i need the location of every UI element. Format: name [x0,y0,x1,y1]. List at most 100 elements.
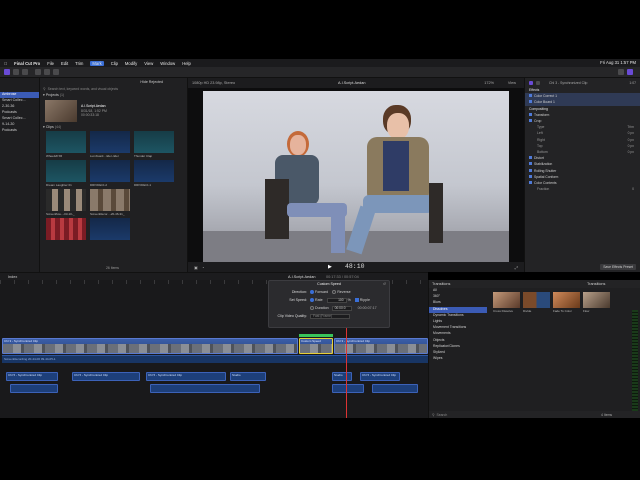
connected-audio-clip[interactable] [332,384,364,393]
transition-thumbnail[interactable]: Fade To Color [553,292,580,313]
duration-value: 00:00:07:17 [357,306,377,310]
timeline-clip[interactable]: ChI 3 - Synchronized Clip [334,338,428,354]
inspector-row-value[interactable]: 0 px [628,131,634,135]
inspector-row-value[interactable]: Trim [627,125,634,129]
viewer-view-menu[interactable]: View [508,81,516,85]
transitions-categories: All 360° Blurs Dissolves Dynamic Transitions… [429,288,487,362]
clip-thumbnail[interactable]: DRIVDECI-1 [134,160,174,187]
share-icon[interactable] [618,69,624,75]
apple-icon[interactable]:  [4,61,7,66]
transition-category[interactable]: Wipes [429,356,487,362]
menu-trim[interactable]: Trim [75,61,83,66]
quality-label: Clip Video Quality: [277,314,308,318]
audio-lane[interactable]: ScreenRecording 20-44-00 09-44-05-1 [2,355,428,363]
menu-window[interactable]: Window [160,61,175,66]
video-inspector-tab[interactable] [529,80,533,85]
titles-icon[interactable] [22,69,28,75]
connected-audio-clip[interactable]: Studio [230,372,266,381]
transitions-search-input[interactable]: Search [436,413,447,417]
browser-search-input[interactable]: Search text, keyword words, and visual o… [48,87,118,91]
filter-dropdown[interactable]: Hide Rejected [140,80,163,84]
clip-thumbnail[interactable]: DRIVDECI-2 [90,160,130,187]
connected-audio-clip[interactable]: ChI 5 - Synchronized Clip [360,372,400,381]
forward-radio[interactable] [310,290,314,294]
inspector-row-value[interactable]: 0 px [628,150,634,154]
transition-thumbnail[interactable]: Divide [523,292,550,313]
play-button[interactable]: ▶ [328,264,332,270]
clip-thumbnail[interactable]: ScreenRecor...-20-46-31_ [90,189,130,216]
menu-edit[interactable]: Edit [61,61,68,66]
clip-thumbnail[interactable] [90,218,130,240]
checkbox-icon[interactable] [529,168,532,172]
inspector-row[interactable]: Fraction 0 [525,186,640,192]
library-item[interactable]: Podcasts [0,128,39,134]
inspector-toggle-icon[interactable] [627,69,633,75]
menu-modify[interactable]: Modify [125,61,137,66]
menu-view[interactable]: View [144,61,153,66]
inspector-row-value[interactable]: 0 px [628,138,634,142]
inspector-row-value[interactable]: 0 px [628,144,634,148]
connected-audio-clip[interactable] [150,384,260,393]
timeline-index-button[interactable]: Index [8,275,17,279]
rate-field[interactable]: 100 [326,297,347,303]
connected-audio-clip[interactable]: Studio [332,372,352,381]
connected-audio-clip[interactable]: ChI 5 - Synchronized Clip [146,372,226,381]
library-toggle-icon[interactable] [4,69,10,75]
connected-audio-clip[interactable] [10,384,58,393]
duration-radio[interactable] [310,306,314,310]
menu-file[interactable]: File [47,61,54,66]
clip-thumbnail[interactable]: Lumbvard...rider-rider [90,131,130,158]
transition-thumbnail[interactable]: Flow [583,292,610,313]
rate-radio[interactable] [310,298,314,302]
reverse-radio[interactable] [332,290,337,294]
clip-thumbnail[interactable]: Screenflow...-03-10-_ [46,189,86,216]
transitions-thumbs: Cross Dissolve Divide Fade To Color Flow [493,292,613,313]
project-row[interactable]: A.I.Script.Aedan 8/31/18, 1:52 PM 00:00:… [40,98,187,124]
checkbox-icon[interactable] [529,119,532,123]
checkbox-icon[interactable] [529,174,532,178]
project-thumbnail[interactable] [45,100,77,122]
clip-thumbnail[interactable]: Wheels8 S5 [46,131,86,158]
save-effects-button[interactable]: Save Effects Preset [600,264,636,270]
checkbox-icon[interactable] [529,180,532,184]
viewer-zoom[interactable]: 172% [484,81,494,85]
inspector-row-label: Stabilization [534,162,553,167]
duration-field[interactable]: 00:00:0 [331,305,352,311]
ripple-checkbox[interactable] [354,298,359,302]
inspector-list: Effects Color Correct 1 Color Board 1 Compo… [525,87,640,192]
quality-dropdown[interactable]: Fast (Frame) [310,313,350,319]
clip-thumbnail[interactable] [46,218,86,240]
connected-audio-clip[interactable] [372,384,418,393]
inspector-row-value[interactable]: 0 [632,187,634,191]
inspector: ChI 3 - Synchronized Clip 1:07 Effects Co… [524,78,640,272]
enhance-icon[interactable]: ◔ [202,265,204,270]
connected-audio-clip[interactable]: ChI 5 - Synchronized Clip [72,372,140,381]
checkbox-icon[interactable] [529,162,532,166]
clip-thumbnail[interactable]: Dream Laughter 01 [46,160,86,187]
checkbox-icon[interactable] [529,112,532,116]
close-icon[interactable]: ↺ [383,282,386,286]
transition-thumbnail[interactable]: Cross Dissolve [493,292,520,313]
menu-clip[interactable]: Clip [111,61,118,66]
import-icon[interactable] [35,69,41,75]
checkbox-icon[interactable] [529,100,532,104]
selected-timeline-clip[interactable]: Custom Speed [299,338,333,354]
custom-speed-title: Custom Speed [317,282,341,286]
background-tasks-icon[interactable] [53,69,59,75]
transitions-installed[interactable]: Transitions [587,282,605,286]
fullscreen-icon[interactable]: ⤢ [515,265,518,270]
timeline-clip[interactable]: ChI 3 - Synchronized Clip [2,338,298,354]
menu-mark[interactable]: Mark [90,60,104,66]
crop-tool-icon[interactable]: ▣ [194,265,198,270]
retime-bar[interactable] [299,334,333,337]
clip-thumbnail[interactable]: Thunder Clap [134,131,174,158]
checkbox-icon[interactable] [529,94,532,98]
keyword-icon[interactable] [44,69,50,75]
checkbox-icon[interactable] [529,156,532,160]
clip-thumbnail[interactable] [134,189,174,211]
menu-help[interactable]: Help [182,61,191,66]
photos-icon[interactable] [13,69,19,75]
color-inspector-tab[interactable] [536,80,540,85]
connected-audio-clip[interactable]: ChI 5 - Synchronized Clip [6,372,58,381]
menu-app[interactable]: Final Cut Pro [14,61,40,66]
